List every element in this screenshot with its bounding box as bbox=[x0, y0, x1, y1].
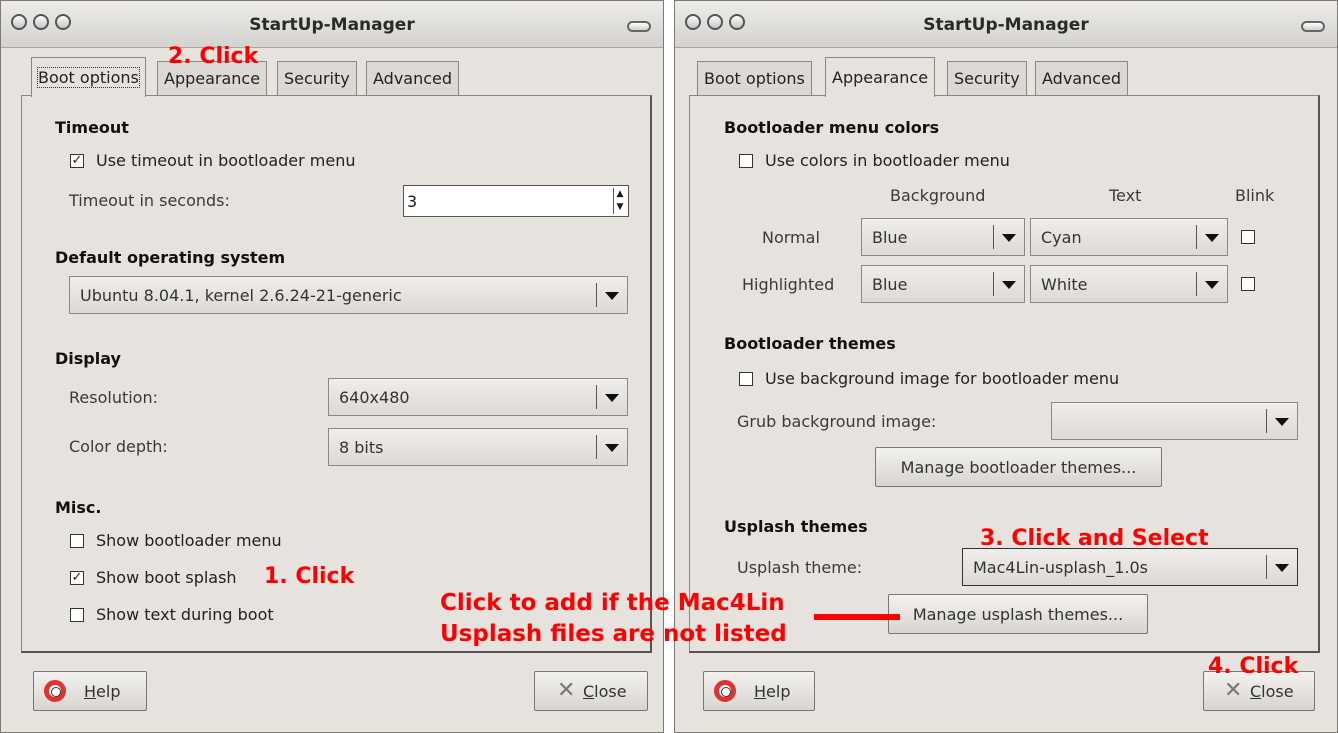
help-button[interactable]: Help bbox=[33, 671, 147, 711]
manage-bootloader-themes-button[interactable]: Manage bootloader themes... bbox=[875, 447, 1162, 487]
tab-advanced[interactable]: Advanced bbox=[366, 61, 460, 95]
close-icon: ✕ bbox=[1224, 678, 1243, 703]
resolution-value: 640x480 bbox=[339, 388, 410, 407]
default-os-select[interactable]: Ubuntu 8.04.1, kernel 2.6.24-21-generic bbox=[69, 276, 628, 314]
window-title: StartUp-Manager bbox=[923, 15, 1089, 35]
color-depth-select[interactable]: 8 bits bbox=[328, 428, 628, 466]
use-timeout-label: Use timeout in bootloader menu bbox=[96, 151, 356, 170]
dropdown-arrow-icon bbox=[605, 394, 619, 402]
resolution-select[interactable]: 640x480 bbox=[328, 378, 628, 416]
usplash-theme-select[interactable]: Mac4Lin-usplash_1.0s bbox=[962, 548, 1298, 586]
use-background-image-label: Use background image for bootloader menu bbox=[765, 369, 1120, 388]
show-bootloader-menu-label: Show bootloader menu bbox=[96, 531, 282, 550]
resolution-label: Resolution: bbox=[69, 388, 158, 407]
annotation-step-1: 1. Click bbox=[264, 564, 355, 589]
tab-advanced[interactable]: Advanced bbox=[1035, 61, 1129, 95]
close-button[interactable]: ✕ Close bbox=[534, 671, 648, 711]
highlighted-row-label: Highlighted bbox=[742, 275, 835, 294]
dropdown-arrow-icon bbox=[1205, 281, 1219, 289]
annotation-step-3: 3. Click and Select bbox=[980, 526, 1209, 551]
help-button[interactable]: Help bbox=[703, 671, 815, 711]
annotation-step-4: 4. Click bbox=[1208, 654, 1299, 679]
lifebuoy-icon bbox=[44, 680, 66, 702]
highlighted-text-select[interactable]: White bbox=[1030, 265, 1228, 303]
grub-background-label: Grub background image: bbox=[737, 412, 937, 431]
tab-boot-options[interactable]: Boot options bbox=[31, 57, 146, 97]
show-boot-splash-checkbox[interactable]: ✓ bbox=[70, 571, 84, 585]
window-title: StartUp-Manager bbox=[249, 15, 415, 35]
background-column-header: Background bbox=[890, 186, 986, 205]
show-text-during-boot-label: Show text during boot bbox=[96, 605, 274, 624]
timeout-seconds-label: Timeout in seconds: bbox=[69, 191, 230, 210]
default-os-header: Default operating system bbox=[55, 248, 286, 267]
show-bootloader-menu-checkbox[interactable] bbox=[70, 534, 84, 548]
normal-text-select[interactable]: Cyan bbox=[1030, 218, 1228, 256]
tab-boot-options[interactable]: Boot options bbox=[697, 61, 812, 95]
dropdown-arrow-icon bbox=[605, 292, 619, 300]
grub-background-select[interactable] bbox=[1051, 402, 1298, 440]
tab-security[interactable]: Security bbox=[947, 61, 1027, 95]
manage-usplash-themes-button[interactable]: Manage usplash themes... bbox=[888, 594, 1148, 634]
blink-column-header: Blink bbox=[1235, 186, 1275, 205]
usplash-themes-header: Usplash themes bbox=[724, 517, 868, 536]
use-background-image-checkbox[interactable] bbox=[739, 372, 753, 386]
dropdown-arrow-icon bbox=[1275, 418, 1289, 426]
lifebuoy-icon bbox=[714, 680, 736, 702]
title-bar: StartUp-Manager bbox=[675, 1, 1337, 48]
color-depth-value: 8 bits bbox=[339, 438, 384, 457]
normal-blink-checkbox[interactable] bbox=[1241, 230, 1255, 244]
dropdown-arrow-icon bbox=[605, 444, 619, 452]
dropdown-arrow-icon bbox=[1275, 564, 1289, 572]
timeout-header: Timeout bbox=[55, 118, 129, 137]
highlighted-blink-checkbox[interactable] bbox=[1241, 277, 1255, 291]
usplash-theme-label: Usplash theme: bbox=[737, 558, 863, 577]
annotation-pointer-line bbox=[814, 614, 900, 620]
dropdown-arrow-icon bbox=[1002, 234, 1016, 242]
normal-background-select[interactable]: Blue bbox=[861, 218, 1025, 256]
title-bar: StartUp-Manager bbox=[1, 1, 663, 48]
dropdown-arrow-icon bbox=[1002, 281, 1016, 289]
color-depth-label: Color depth: bbox=[69, 437, 168, 456]
annotation-note-line-2: Usplash files are not listed bbox=[440, 621, 787, 647]
tab-security[interactable]: Security bbox=[277, 61, 357, 95]
timeout-seconds-spinner[interactable]: 3 ▲ ▼ bbox=[403, 185, 629, 217]
normal-row-label: Normal bbox=[762, 228, 820, 247]
toolbar-toggle-icon[interactable] bbox=[627, 21, 651, 32]
dropdown-arrow-icon bbox=[1205, 234, 1219, 242]
timeout-seconds-value: 3 bbox=[407, 192, 418, 211]
spinner-arrows-icon[interactable]: ▲ ▼ bbox=[613, 188, 626, 214]
annotation-note-line-1: Click to add if the Mac4Lin bbox=[440, 590, 785, 616]
show-boot-splash-label: Show boot splash bbox=[96, 568, 237, 587]
highlighted-background-select[interactable]: Blue bbox=[861, 265, 1025, 303]
use-timeout-checkbox[interactable]: ✓ bbox=[70, 154, 84, 168]
misc-header: Misc. bbox=[55, 498, 102, 517]
tab-appearance[interactable]: Appearance bbox=[825, 57, 936, 97]
use-colors-checkbox[interactable] bbox=[739, 154, 753, 168]
close-icon: ✕ bbox=[557, 678, 576, 703]
usplash-theme-value: Mac4Lin-usplash_1.0s bbox=[973, 558, 1148, 577]
toolbar-toggle-icon[interactable] bbox=[1301, 21, 1325, 32]
appearance-panel: Bootloader menu colors Use colors in boo… bbox=[689, 95, 1320, 653]
text-column-header: Text bbox=[1109, 186, 1142, 205]
show-text-during-boot-checkbox[interactable] bbox=[70, 608, 84, 622]
bootloader-themes-header: Bootloader themes bbox=[724, 334, 896, 353]
annotation-step-2: 2. Click bbox=[168, 44, 259, 69]
bootloader-colors-header: Bootloader menu colors bbox=[724, 118, 940, 137]
display-header: Display bbox=[55, 349, 121, 368]
default-os-value: Ubuntu 8.04.1, kernel 2.6.24-21-generic bbox=[80, 286, 402, 305]
use-colors-label: Use colors in bootloader menu bbox=[765, 151, 1010, 170]
